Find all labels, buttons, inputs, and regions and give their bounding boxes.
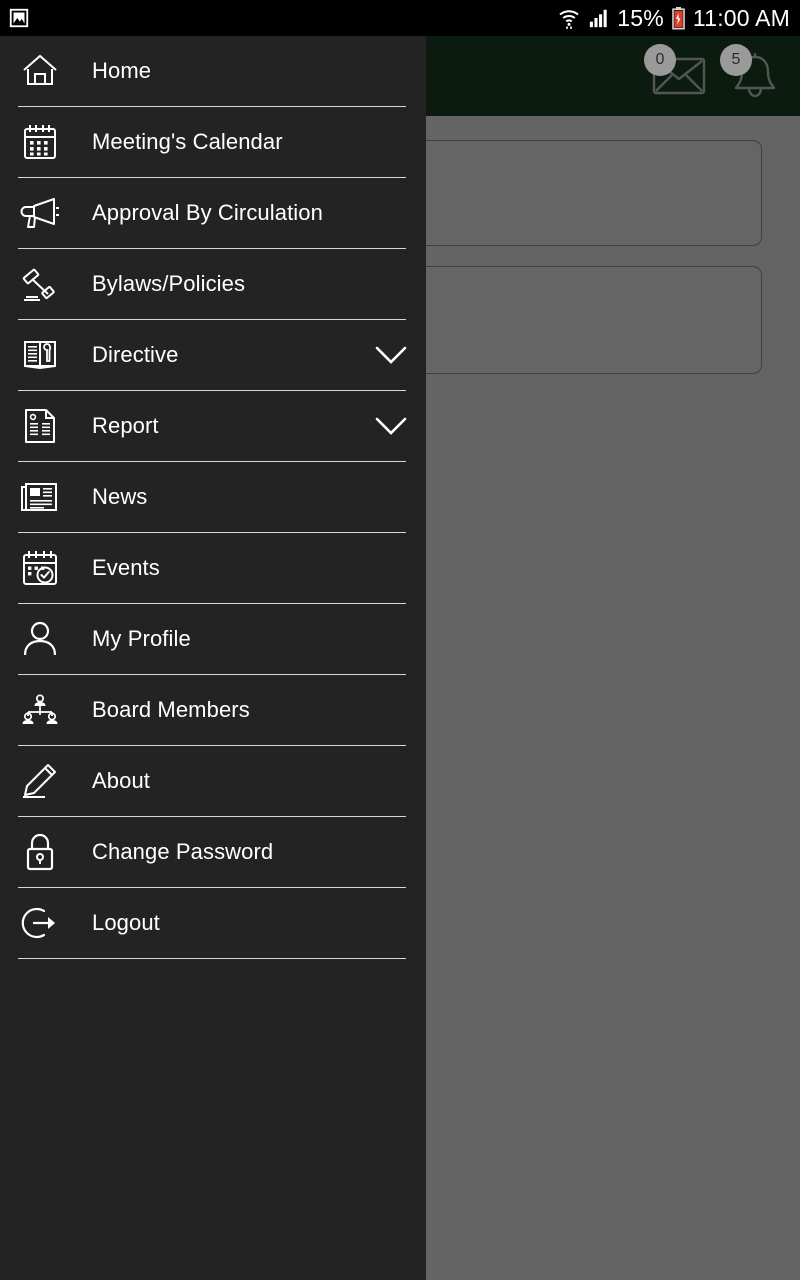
status-bar-left bbox=[8, 7, 30, 29]
sidebar-item-label: Change Password bbox=[92, 839, 274, 864]
cellular-signal-icon bbox=[588, 7, 610, 29]
chevron-down-icon[interactable] bbox=[372, 343, 410, 367]
sidebar-item-label: Events bbox=[92, 555, 160, 580]
calendar-icon bbox=[18, 120, 62, 164]
sidebar-item-events[interactable]: Events bbox=[0, 533, 426, 603]
sidebar-item-about[interactable]: About bbox=[0, 746, 426, 816]
sidebar-item-news[interactable]: News bbox=[0, 462, 426, 532]
sidebar-item-approval-by-circulation[interactable]: Approval By Circulation bbox=[0, 178, 426, 248]
megaphone-icon bbox=[18, 191, 62, 235]
report-document-icon bbox=[18, 404, 62, 448]
wifi-icon bbox=[557, 6, 581, 30]
pencil-icon bbox=[18, 759, 62, 803]
messages-badge: 0 bbox=[644, 44, 676, 76]
sidebar-item-label: Logout bbox=[92, 910, 160, 935]
image-icon bbox=[8, 7, 30, 29]
status-bar: 15% 11:00 AM bbox=[0, 0, 800, 36]
calendar-check-icon bbox=[18, 546, 62, 590]
sidebar-item-label: Home bbox=[92, 58, 152, 83]
notifications-badge: 5 bbox=[720, 44, 752, 76]
divider bbox=[18, 958, 406, 959]
sidebar-item-label: Approval By Circulation bbox=[92, 200, 323, 225]
sidebar-item-bylaws-policies[interactable]: Bylaws/Policies bbox=[0, 249, 426, 319]
sidebar-item-logout[interactable]: Logout bbox=[0, 888, 426, 958]
sidebar-item-my-profile[interactable]: My Profile bbox=[0, 604, 426, 674]
sidebar-item-report[interactable]: Report bbox=[0, 391, 426, 461]
newspaper-icon bbox=[18, 475, 62, 519]
chevron-down-icon[interactable] bbox=[372, 414, 410, 438]
sidebar-item-label: About bbox=[92, 768, 150, 793]
sidebar-item-change-password[interactable]: Change Password bbox=[0, 817, 426, 887]
logout-icon bbox=[18, 901, 62, 945]
sidebar-item-label: Report bbox=[92, 413, 159, 438]
battery-low-icon bbox=[671, 6, 686, 30]
sidebar-item-meetings-calendar[interactable]: Meeting's Calendar bbox=[0, 107, 426, 177]
sidebar-item-label: Directive bbox=[92, 342, 179, 367]
person-icon bbox=[18, 617, 62, 661]
book-wrench-icon bbox=[18, 333, 62, 377]
sidebar-item-label: My Profile bbox=[92, 626, 191, 651]
sidebar-item-label: Bylaws/Policies bbox=[92, 271, 246, 296]
sidebar-item-label: Meeting's Calendar bbox=[92, 129, 283, 154]
home-icon bbox=[18, 49, 62, 93]
phone-screen: 15% 11:00 AM 0 5 Home Meeting's Calendar… bbox=[0, 0, 800, 1280]
sidebar-item-label: Board Members bbox=[92, 697, 250, 722]
sidebar-item-label: News bbox=[92, 484, 148, 509]
lock-icon bbox=[18, 830, 62, 874]
gavel-icon bbox=[18, 262, 62, 306]
sidebar-item-home[interactable]: Home bbox=[0, 36, 426, 106]
clock: 11:00 AM bbox=[692, 4, 790, 31]
sidebar-item-directive[interactable]: Directive bbox=[0, 320, 426, 390]
org-chart-icon bbox=[18, 688, 62, 732]
navigation-drawer: Home Meeting's Calendar Approval By Circ… bbox=[0, 36, 426, 1280]
battery-percent: 15% bbox=[617, 4, 664, 31]
status-bar-right: 15% 11:00 AM bbox=[557, 5, 790, 32]
sidebar-item-board-members[interactable]: Board Members bbox=[0, 675, 426, 745]
